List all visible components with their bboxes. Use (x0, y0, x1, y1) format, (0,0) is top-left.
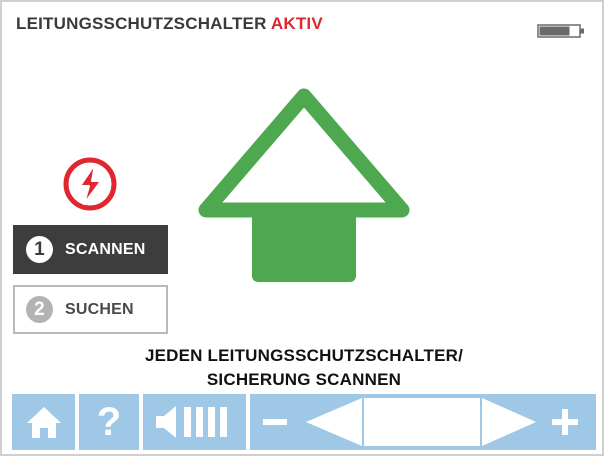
mode-number-badge: 1 (26, 236, 53, 263)
volume-button[interactable] (143, 394, 246, 450)
help-label: ? (96, 400, 122, 444)
adjust-value-field (364, 398, 480, 446)
bottom-toolbar: ? (12, 394, 596, 450)
up-arrow-icon (198, 88, 410, 282)
device-screen: LEITUNGSSCHUTZSCHALTER AKTIV 1 SCANNEN 2… (0, 0, 604, 456)
help-button[interactable]: ? (79, 394, 139, 450)
scan-mode-label: SCANNEN (65, 240, 146, 258)
right-button[interactable] (480, 394, 540, 450)
home-button[interactable] (12, 394, 75, 450)
adjust-control (250, 394, 596, 450)
status-label: AKTIV (270, 14, 323, 33)
header-title: LEITUNGSSCHUTZSCHALTER AKTIV (16, 14, 323, 34)
left-button[interactable] (300, 394, 364, 450)
minus-button[interactable] (250, 394, 300, 450)
instruction-line-2: SICHERUNG SCANNEN (206, 370, 402, 389)
battery-icon (537, 24, 584, 38)
lightning-circle-icon (63, 157, 117, 211)
mode-title: LEITUNGSSCHUTZSCHALTER (16, 14, 267, 33)
instruction-line-1: JEDEN LEITUNGSSCHUTZSCHALTER/ (144, 346, 464, 365)
home-icon (26, 407, 61, 438)
volume-icon (155, 406, 227, 438)
mode-number-badge: 2 (26, 296, 53, 323)
search-mode-button[interactable]: 2 SUCHEN (13, 285, 168, 334)
plus-button[interactable] (544, 394, 596, 450)
search-mode-label: SUCHEN (65, 300, 134, 318)
scan-mode-button[interactable]: 1 SCANNEN (13, 225, 168, 274)
